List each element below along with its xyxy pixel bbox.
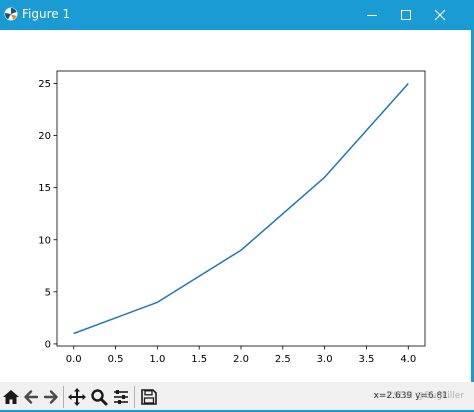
save-icon [141, 389, 157, 405]
y-tick-label: 25 [38, 79, 51, 90]
pan-button[interactable] [67, 386, 87, 408]
navigation-toolbar: x=2.639 y=6.81 CSDN @Bugkiller [0, 382, 474, 412]
forward-button[interactable] [41, 386, 61, 408]
forward-arrow-icon [43, 390, 58, 404]
y-tick-label: 15 [38, 183, 51, 194]
y-tick-label: 0 [45, 339, 51, 350]
y-tick-label: 20 [38, 131, 51, 142]
home-button[interactable] [1, 386, 21, 408]
toolbar-separator [63, 386, 64, 408]
back-arrow-icon [24, 390, 39, 404]
x-tick-label: 2.5 [275, 354, 291, 365]
save-button[interactable] [139, 386, 159, 408]
title-bar: Figure 1 [0, 0, 474, 30]
x-tick-label: 1.0 [149, 354, 165, 365]
figure-canvas[interactable]: 0.0 0.5 1.0 1.5 2.0 2.5 3.0 3.5 4.0 0 5 10 15 20 25 [0, 30, 471, 382]
configure-subplots-icon [114, 390, 128, 404]
matplotlib-icon [4, 7, 18, 21]
y-tick-label: 10 [38, 235, 51, 246]
home-icon [3, 390, 19, 404]
x-tick-label: 3.5 [359, 354, 375, 365]
back-button[interactable] [21, 386, 41, 408]
x-tick-label: 0.0 [66, 354, 82, 365]
x-tick-label: 1.5 [191, 354, 207, 365]
watermark-text: CSDN @Bugkiller [386, 391, 464, 401]
close-button[interactable] [420, 0, 460, 30]
toolbar-separator [134, 386, 135, 408]
close-icon [434, 9, 446, 21]
line-chart: 0.0 0.5 1.0 1.5 2.0 2.5 3.0 3.5 4.0 0 5 10 15 20 25 [38, 70, 426, 365]
zoom-icon [91, 389, 108, 406]
x-tick-label: 0.5 [108, 354, 124, 365]
configure-subplots-button[interactable] [111, 386, 131, 408]
pan-icon [68, 388, 86, 406]
x-tick-label: 2.0 [233, 354, 249, 365]
x-tick-label: 3.0 [317, 354, 333, 365]
x-tick-label: 4.0 [400, 354, 416, 365]
y-tick-label: 5 [45, 287, 51, 298]
window-title: Figure 1 [22, 7, 71, 21]
zoom-button[interactable] [89, 386, 109, 408]
plot-area [56, 70, 426, 347]
